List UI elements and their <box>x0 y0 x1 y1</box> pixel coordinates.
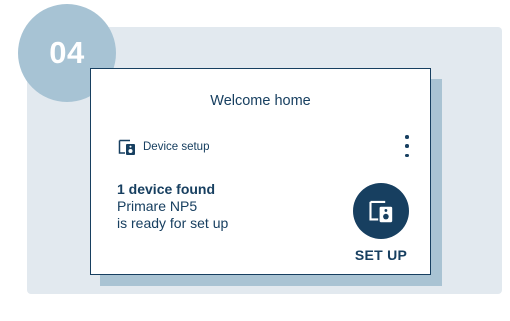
welcome-card: Welcome home Device setup 1 device found… <box>90 68 431 275</box>
device-found-title: 1 device found <box>117 181 216 197</box>
speaker-device-icon <box>118 139 135 155</box>
device-setup-row: Device setup <box>117 137 209 157</box>
device-name: Primare NP5 <box>117 198 198 214</box>
set-up-button-label[interactable]: SET UP <box>343 247 419 263</box>
device-setup-label: Device setup <box>143 141 210 153</box>
set-up-button[interactable] <box>353 183 409 239</box>
device-status: is ready for set up <box>117 215 229 231</box>
card-title: Welcome home <box>210 93 311 109</box>
onboarding-step-illustration: 04 Welcome home Device setup 1 device fo… <box>0 0 510 321</box>
device-found-info: 1 device found Primare NP5 is ready for … <box>117 181 228 232</box>
more-vertical-icon[interactable] <box>402 135 412 157</box>
speaker-device-icon <box>369 200 393 223</box>
